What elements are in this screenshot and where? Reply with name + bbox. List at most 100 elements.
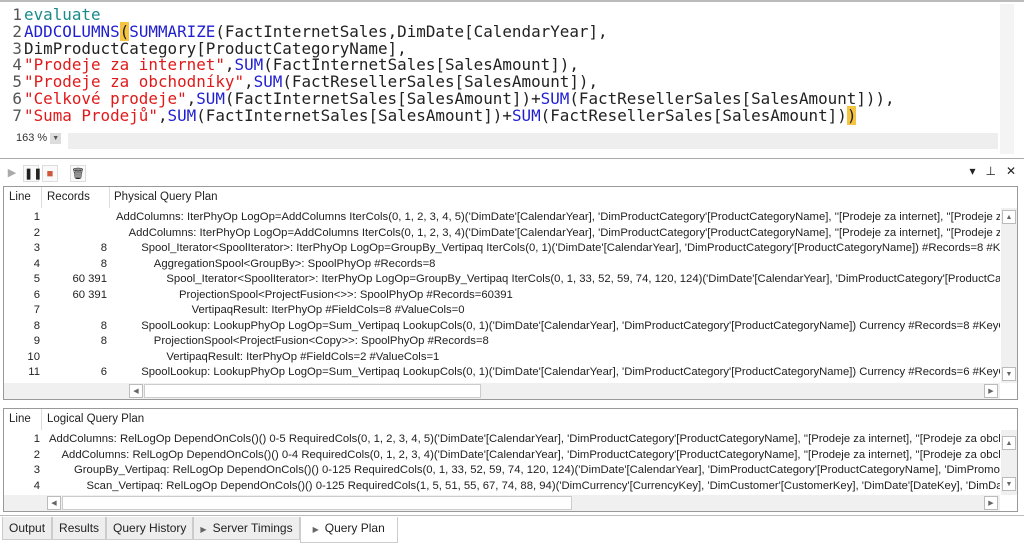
plan-cell: VertipaqResult: IterPhyOp #FieldCols=2 #… (166, 350, 440, 363)
tab-query-plan[interactable]: ▶ Query Plan (299, 517, 398, 543)
records-cell: 8 (100, 335, 107, 347)
horizontal-scrollbar[interactable]: ◀ ▶ (4, 495, 1000, 511)
tab-server-timings[interactable]: ▶ Server Timings (193, 517, 300, 540)
line-cell: 6 (33, 288, 40, 301)
vertical-scrollbar[interactable]: ▲ ▼ (1001, 208, 1017, 383)
plan-cell: GroupBy_Vertipaq: RelLogOp DependOnCols(… (74, 464, 1000, 476)
bottom-tab-bar: Output Results Query History ▶ Server Timing… (0, 515, 1024, 545)
code-line[interactable]: 1 evaluate (0, 5, 100, 24)
editor-horizontal-scrollbar[interactable] (68, 133, 998, 149)
pause-icon[interactable]: ❚❚ (23, 164, 42, 182)
close-icon[interactable]: ✕ (1006, 164, 1016, 178)
tab-output[interactable]: Output (2, 517, 53, 540)
tab-label: Query History (113, 521, 187, 535)
records-cell: 8 (100, 242, 107, 254)
line-cell: 4 (33, 257, 40, 270)
expand-arrow-icon: ▶ (200, 525, 207, 534)
logical-query-plan-grid: Line Logical Query Plan 1 AddColumns: Rel… (3, 408, 1018, 512)
tab-label: Output (9, 521, 46, 535)
plan-cell: SpoolLookup: LookupPhyOp LogOp=Sum_Verti… (141, 366, 1000, 378)
line-cell: 1 (33, 433, 40, 445)
line-number: 4 (12, 55, 22, 75)
play-icon[interactable]: ▶ (4, 165, 20, 182)
code-token-str: "Suma Prodejů" (24, 105, 158, 125)
code-line[interactable]: 6 "Celkové prodeje",SUM(FactInternetSales… (0, 89, 894, 108)
table-row[interactable]: 2 AddColumns: RelLogOp DependOnCols()() 0… (4, 448, 1000, 464)
table-row[interactable]: 6 60 391 ProjectionSpool<ProjectFusion<>>:… (4, 288, 1000, 304)
table-row[interactable]: 5 60 391 Spool_Iterator<SpoolIterator>: It… (4, 272, 1000, 288)
line-cell: 9 (33, 335, 40, 347)
plan-cell: Scan_Vertipaq: RelLogOp DependOnCols()()… (86, 479, 1001, 492)
code-line[interactable]: 2 ADDCOLUMNS(SUMMARIZE(FactInternetSales,… (0, 21, 608, 41)
vertical-scrollbar[interactable]: ▲ ▼ (1001, 430, 1017, 495)
table-row[interactable]: 3 8 Spool_Iterator<SpoolIterator>: IterPhy… (4, 241, 1000, 257)
table-row[interactable]: 3 GroupBy_Vertipaq: RelLogOp DependOnCols… (4, 463, 1000, 479)
table-row[interactable]: 7 VertipaqResult: IterPhyOp #FieldCols=8 … (4, 303, 1000, 319)
table-row[interactable]: 1 AddColumns: IterPhyOp LogOp=AddColumns … (4, 210, 1000, 226)
line-cell: 3 (33, 464, 40, 476)
line-cell: 2 (33, 226, 40, 239)
table-row[interactable]: 4 8 AggregationSpool<GroupBy>: SpoolPhyOp … (4, 257, 1000, 273)
editor-vertical-scrollbar[interactable] (1000, 4, 1014, 154)
column-header-line[interactable]: Line (9, 413, 31, 425)
zoom-control[interactable]: 163 % ▼ (16, 132, 62, 144)
table-row[interactable]: 8 8 SpoolLookup: LookupPhyOp LogOp=Sum_Ver… (4, 319, 1000, 335)
dropdown-icon[interactable]: ▾ (969, 164, 975, 178)
table-row[interactable]: 1 AddColumns: RelLogOp DependOnCols()() 0… (4, 432, 1000, 448)
line-number: 2 (12, 21, 22, 41)
trash-icon[interactable]: 🗑 (70, 164, 86, 182)
code-line[interactable]: 4 "Prodeje za internet",SUM(FactInternetS… (0, 56, 579, 73)
query-plan-toolbar: ▶ ❚❚ ■ 🗑 (0, 163, 1024, 183)
plan-cell: AddColumns: IterPhyOp LogOp=AddColumns I… (116, 211, 1000, 223)
line-cell: 3 (33, 242, 40, 254)
plan-cell: SpoolLookup: LookupPhyOp LogOp=Sum_Verti… (141, 319, 1000, 332)
column-header-physical-plan[interactable]: Physical Query Plan (114, 191, 218, 203)
query-plan-panel: ▶ ❚❚ ■ 🗑 ▾ ⊥ ✕ Line Records Physical Que… (0, 158, 1024, 514)
code-token-plain: , (157, 105, 168, 125)
code-token-plain: (FactResellerSales[SalesAmount]) (540, 105, 847, 125)
column-header-logical-plan[interactable]: Logical Query Plan (47, 413, 144, 425)
dax-query-editor[interactable]: 1 evaluate 2 ADDCOLUMNS(SUMMARIZE(FactInter… (0, 0, 1024, 154)
tab-results[interactable]: Results (52, 517, 107, 540)
records-cell: 60 391 (72, 273, 107, 285)
table-row[interactable]: 9 8 ProjectionSpool<ProjectFusion<Copy>>: … (4, 334, 1000, 350)
tab-label: Server Timings (212, 521, 293, 535)
horizontal-scrollbar[interactable]: ◀ ▶ (4, 383, 1000, 399)
chevron-down-icon[interactable]: ▼ (50, 132, 62, 144)
records-cell: 60 391 (72, 288, 107, 301)
plan-cell: ProjectionSpool<ProjectFusion<>>: SpoolP… (179, 288, 513, 301)
grid-header: Line Logical Query Plan (4, 409, 1017, 430)
line-cell: 7 (33, 304, 40, 316)
code-line[interactable]: 5 "Prodeje za obchodníky",SUM(FactReselle… (0, 73, 598, 90)
column-header-line[interactable]: Line (9, 191, 31, 203)
plan-cell: AggregationSpool<GroupBy>: SpoolPhyOp #R… (153, 257, 436, 270)
table-row[interactable]: 10 VertipaqResult: IterPhyOp #FieldCols=2… (4, 350, 1000, 366)
code-line[interactable]: 7 "Suma Prodejů",SUM(FactInternetSales[Sa… (0, 105, 857, 125)
line-number: 6 (12, 89, 22, 108)
line-number: 3 (12, 38, 22, 58)
tab-query-history[interactable]: Query History (106, 517, 194, 540)
code-token-fn: SUM (511, 105, 541, 125)
line-number: 7 (12, 105, 22, 125)
stop-icon[interactable]: ■ (42, 164, 58, 182)
table-row[interactable]: 2 AddColumns: IterPhyOp LogOp=AddColumns … (4, 226, 1000, 242)
column-header-records[interactable]: Records (47, 191, 90, 203)
table-row[interactable]: 11 6 SpoolLookup: LookupPhyOp LogOp=Sum_Ve… (4, 365, 1000, 381)
line-cell: 10 (27, 350, 40, 363)
table-row[interactable]: 4 Scan_Vertipaq: RelLogOp DependOnCols()(… (4, 479, 1000, 495)
code-token-plain: (FactInternetSales[SalesAmount])+ (196, 105, 512, 125)
code-line[interactable]: 3 DimProductCategory[ProductCategoryName]… (0, 38, 406, 58)
pin-icon[interactable]: ⊥ (985, 164, 995, 178)
records-cell: 6 (100, 366, 107, 378)
tab-label: Query Plan (324, 521, 385, 535)
line-cell: 2 (33, 448, 40, 461)
plan-cell: VertipaqResult: IterPhyOp #FieldCols=8 #… (191, 304, 465, 316)
records-cell: 8 (100, 319, 107, 332)
line-cell: 11 (28, 366, 40, 378)
line-number: 5 (12, 72, 22, 92)
line-number: 1 (12, 5, 22, 24)
code-token-fn: SUM (167, 105, 197, 125)
plan-cell: Spool_Iterator<SpoolIterator>: IterPhyOp… (166, 273, 1000, 285)
grid-header: Line Records Physical Query Plan (4, 187, 1017, 208)
line-cell: 1 (33, 211, 40, 223)
